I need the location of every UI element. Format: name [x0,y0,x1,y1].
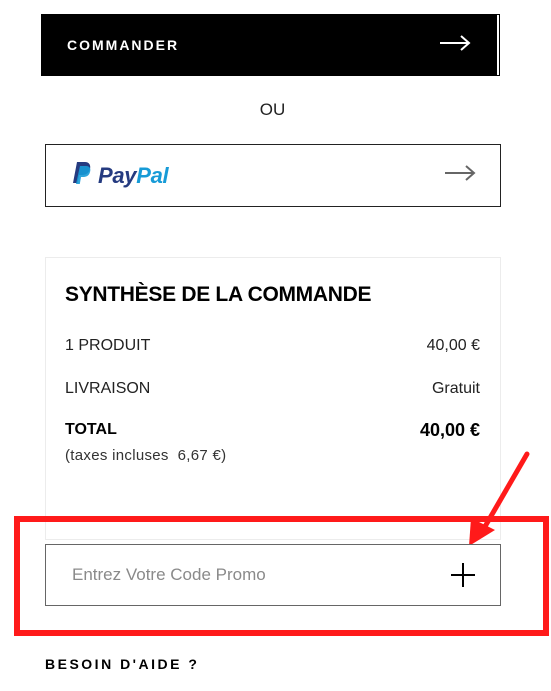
commander-label: COMMANDER [67,37,180,53]
paypal-icon [72,161,92,190]
paypal-button[interactable]: PayPal [45,144,501,207]
commander-button[interactable]: COMMANDER [41,14,497,76]
summary-row-value: 40,00 € [426,337,480,354]
arrow-right-icon [444,165,476,186]
promo-code-input[interactable] [70,564,414,586]
help-link[interactable]: BESOIN D'AIDE ? [45,656,199,672]
plus-icon[interactable] [450,562,476,588]
paypal-word-pal: Pal [136,162,169,188]
summary-row-label: LIVRAISON [65,380,151,397]
paypal-word-pay: Pay [98,162,137,188]
arrow-right-icon [439,34,471,56]
summary-row-value: Gratuit [431,380,480,397]
promo-code-field[interactable] [45,544,501,606]
red-pointer-arrow-icon [455,448,535,553]
tax-note: (taxes incluses 6,67 €) [65,447,227,464]
total-label: TOTAL [65,421,117,438]
summary-title: SYNTHÈSE DE LA COMMANDE [65,283,372,306]
total-value: 40,00 € [419,420,480,440]
summary-row-label: 1 PRODUIT [65,337,151,354]
paypal-logo: PayPal [72,161,169,190]
or-separator: OU [259,100,286,119]
